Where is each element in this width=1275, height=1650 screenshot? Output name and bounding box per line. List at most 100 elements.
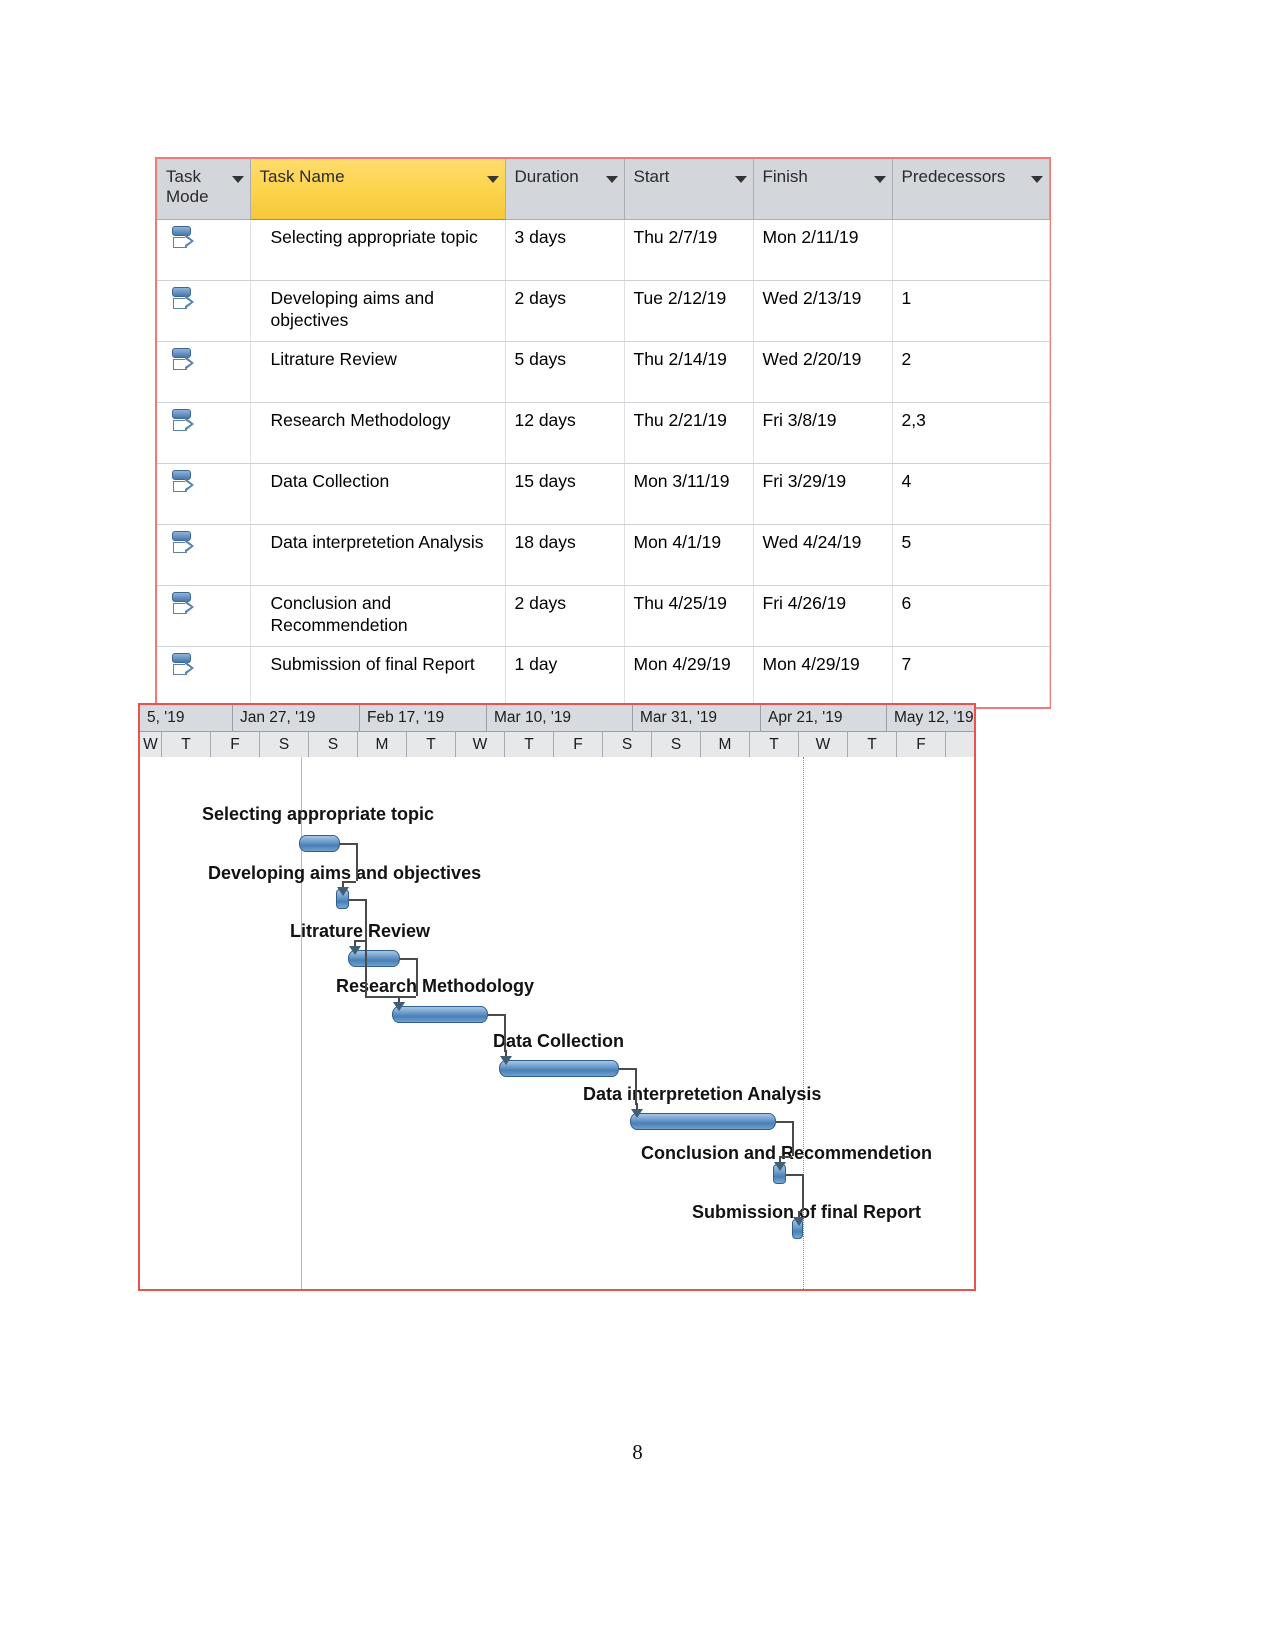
timeline-day-tick: T	[848, 732, 897, 757]
task-mode-cell[interactable]	[157, 219, 251, 281]
column-header-duration[interactable]: Duration	[505, 159, 625, 220]
predecessors-cell[interactable]: 7	[892, 646, 1050, 707]
start-cell-text: Mon 3/11/19	[633, 471, 730, 491]
task-name-cell-text: Data Collection	[270, 471, 390, 491]
finish-cell[interactable]: Wed 2/20/19	[753, 341, 893, 403]
predecessors-cell-text: 7	[901, 654, 912, 674]
gantt-bar[interactable]	[299, 835, 340, 852]
gantt-link-arrow-icon	[349, 946, 361, 955]
table-row[interactable]: Submission of final Report 1 day Mon 4/29/…	[157, 646, 1050, 707]
finish-cell[interactable]: Wed 4/24/19	[753, 524, 893, 586]
table-row[interactable]: Developing aims and objectives 2 days Tue …	[157, 280, 1050, 342]
finish-cell[interactable]: Fri 3/8/19	[753, 402, 893, 464]
task-name-cell-text: Conclusion and Recommendetion	[270, 593, 408, 635]
predecessors-cell-text: 4	[901, 471, 912, 491]
chevron-down-icon[interactable]	[873, 176, 886, 183]
start-cell-text: Thu 2/21/19	[633, 410, 727, 430]
timeline-day-tick: F	[211, 732, 260, 757]
finish-cell[interactable]: Wed 2/13/19	[753, 280, 893, 342]
start-cell[interactable]: Tue 2/12/19	[624, 280, 754, 342]
duration-cell[interactable]: 3 days	[505, 219, 625, 281]
task-mode-cell[interactable]	[157, 341, 251, 403]
task-mode-cell[interactable]	[157, 646, 251, 707]
column-header-label: Duration	[514, 167, 579, 186]
table-row[interactable]: Research Methodology 12 days Thu 2/21/19 Fr…	[157, 402, 1050, 464]
chevron-down-icon[interactable]	[1030, 176, 1043, 183]
predecessors-cell-text: 6	[901, 593, 912, 613]
task-name-cell[interactable]: Selecting appropriate topic	[250, 219, 506, 281]
column-header-finish[interactable]: Finish	[753, 159, 893, 220]
duration-cell-text: 2 days	[514, 288, 567, 308]
task-table: Task Mode Task Name Duration Start Finis…	[157, 159, 1050, 707]
task-mode-cell[interactable]	[157, 585, 251, 647]
table-row[interactable]: Data interpretetion Analysis 18 days Mon 4…	[157, 524, 1050, 586]
duration-cell[interactable]: 15 days	[505, 463, 625, 525]
start-cell[interactable]: Thu 2/21/19	[624, 402, 754, 464]
column-header-predecessors[interactable]: Predecessors	[892, 159, 1050, 220]
duration-cell[interactable]: 2 days	[505, 585, 625, 647]
gantt-bar-label: Selecting appropriate topic	[202, 804, 435, 824]
column-header-task-name[interactable]: Task Name	[250, 159, 506, 220]
task-mode-cell[interactable]	[157, 402, 251, 464]
duration-cell[interactable]: 1 day	[505, 646, 625, 707]
start-cell[interactable]: Mon 3/11/19	[624, 463, 754, 525]
predecessors-cell[interactable]: 2	[892, 341, 1050, 403]
gantt-bar[interactable]	[499, 1060, 619, 1077]
column-header-label: Task Mode	[166, 167, 209, 206]
column-header-task-mode[interactable]: Task Mode	[157, 159, 251, 220]
task-name-cell[interactable]: Developing aims and objectives	[250, 280, 506, 342]
timeline-day-tick: S	[309, 732, 358, 757]
predecessors-cell[interactable]: 4	[892, 463, 1050, 525]
task-mode-cell[interactable]	[157, 463, 251, 525]
start-cell[interactable]: Mon 4/29/19	[624, 646, 754, 707]
column-header-label: Predecessors	[901, 167, 1006, 186]
table-row[interactable]: Data Collection 15 days Mon 3/11/19 Fri 3/2…	[157, 463, 1050, 525]
task-mode-cell[interactable]	[157, 280, 251, 342]
start-cell[interactable]: Thu 2/14/19	[624, 341, 754, 403]
task-name-cell[interactable]: Research Methodology	[250, 402, 506, 464]
chevron-down-icon[interactable]	[605, 176, 618, 183]
predecessors-cell[interactable]: 6	[892, 585, 1050, 647]
chevron-down-icon[interactable]	[734, 176, 747, 183]
duration-cell[interactable]: 2 days	[505, 280, 625, 342]
predecessors-cell[interactable]: 5	[892, 524, 1050, 586]
chevron-down-icon[interactable]	[486, 176, 499, 183]
column-header-start[interactable]: Start	[624, 159, 754, 220]
timeline-day-tick: F	[554, 732, 603, 757]
task-name-cell[interactable]: Data interpretetion Analysis	[250, 524, 506, 586]
finish-cell[interactable]: Mon 4/29/19	[753, 646, 893, 707]
chevron-down-icon[interactable]	[231, 176, 244, 183]
predecessors-cell[interactable]: 2,3	[892, 402, 1050, 464]
start-cell[interactable]: Thu 4/25/19	[624, 585, 754, 647]
gantt-link-line	[365, 996, 398, 998]
duration-cell[interactable]: 5 days	[505, 341, 625, 403]
task-name-cell[interactable]: Litrature Review	[250, 341, 506, 403]
finish-cell-text: Mon 2/11/19	[762, 227, 859, 247]
start-cell[interactable]: Mon 4/1/19	[624, 524, 754, 586]
finish-cell[interactable]: Fri 4/26/19	[753, 585, 893, 647]
predecessors-cell[interactable]: 1	[892, 280, 1050, 342]
auto-schedule-icon	[171, 225, 197, 255]
task-name-cell[interactable]: Conclusion and Recommendetion	[250, 585, 506, 647]
task-name-cell[interactable]: Submission of final Report	[250, 646, 506, 707]
task-name-cell[interactable]: Data Collection	[250, 463, 506, 525]
table-row[interactable]: Selecting appropriate topic 3 days Thu 2/7…	[157, 219, 1050, 281]
finish-cell[interactable]: Fri 3/29/19	[753, 463, 893, 525]
table-header-row: Task Mode Task Name Duration Start Finis…	[157, 159, 1050, 220]
gantt-bar[interactable]	[630, 1113, 776, 1130]
task-mode-cell[interactable]	[157, 524, 251, 586]
timeline-major-tick: 5, '19	[140, 705, 233, 731]
timeline-day-tick: M	[701, 732, 750, 757]
gantt-link-line	[365, 899, 367, 996]
auto-schedule-icon	[171, 286, 197, 316]
finish-cell-text: Wed 2/13/19	[762, 288, 862, 308]
predecessors-cell[interactable]	[892, 219, 1050, 281]
start-cell-text: Mon 4/1/19	[633, 532, 722, 552]
duration-cell[interactable]: 18 days	[505, 524, 625, 586]
table-row[interactable]: Conclusion and Recommendetion 2 days Thu 4…	[157, 585, 1050, 647]
table-row[interactable]: Litrature Review 5 days Thu 2/14/19 Wed 2/2…	[157, 341, 1050, 403]
duration-cell[interactable]: 12 days	[505, 402, 625, 464]
gantt-bar[interactable]	[392, 1006, 488, 1023]
start-cell[interactable]: Thu 2/7/19	[624, 219, 754, 281]
finish-cell[interactable]: Mon 2/11/19	[753, 219, 893, 281]
